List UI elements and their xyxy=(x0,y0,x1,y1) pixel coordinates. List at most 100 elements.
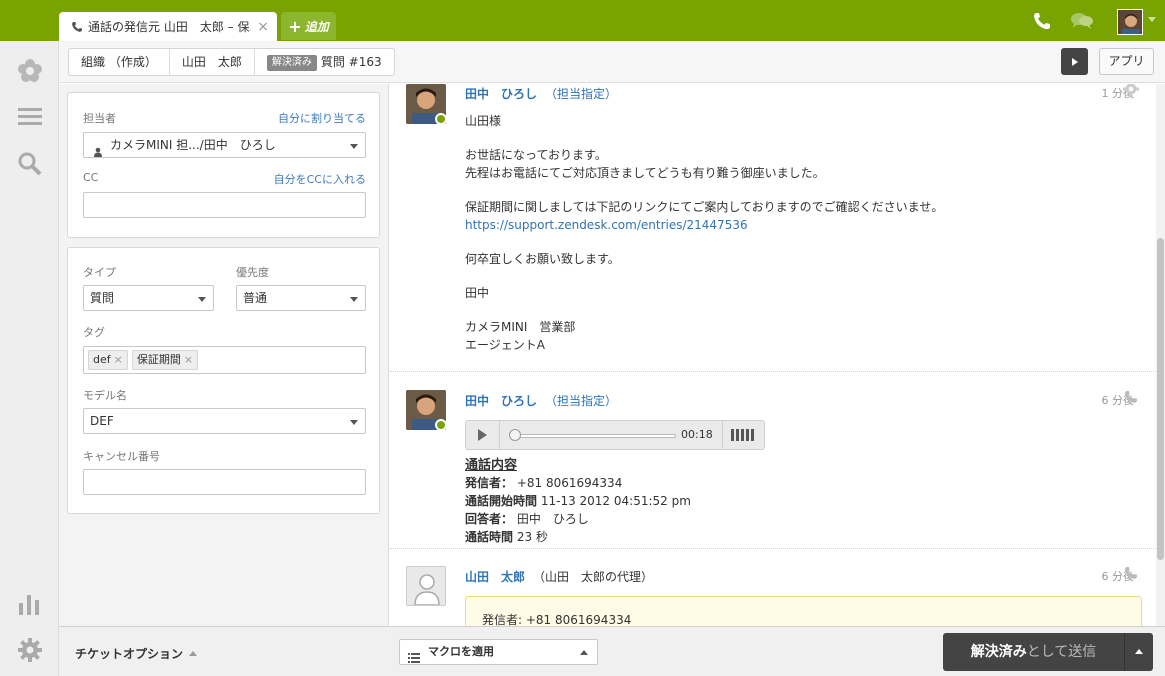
model-value: DEF xyxy=(90,414,114,428)
crumb-organization[interactable]: 組織 （作成） xyxy=(69,49,170,75)
chevron-up-icon xyxy=(580,650,588,655)
call-field-label: 通話開始時間 xyxy=(465,494,538,508)
add-tab-button[interactable]: + 追加 xyxy=(281,12,336,40)
submit-solved-button[interactable]: 解決済みとして送信 xyxy=(943,633,1124,671)
phone-icon[interactable] xyxy=(1032,11,1052,31)
play-icon xyxy=(478,429,487,441)
gear-icon[interactable] xyxy=(1122,84,1140,98)
cc-input[interactable] xyxy=(83,192,366,218)
assignee-value: カメラMINI 担.../田中 ひろし xyxy=(110,138,276,152)
tag-label: def xyxy=(93,353,111,366)
cancel-number-label: キャンセル番号 xyxy=(83,450,160,463)
comment-line: お世話になっております。 xyxy=(465,148,607,162)
apps-button[interactable]: アプリ xyxy=(1099,48,1154,75)
tags-label: タグ xyxy=(83,326,105,339)
comment-line: 先程はお電話にてご対応頂きましてどうも有り難う御座いました。 xyxy=(465,166,825,180)
audio-play-button[interactable] xyxy=(466,421,500,449)
assignee-select[interactable]: カメラMINI 担.../田中 ひろし xyxy=(83,132,366,158)
chevron-down-icon xyxy=(350,420,358,425)
add-tab-label: 追加 xyxy=(304,19,329,34)
agent-badge-icon xyxy=(435,113,447,125)
user-avatar[interactable] xyxy=(1117,9,1143,35)
play-icon xyxy=(1071,57,1078,66)
cc-me-link[interactable]: 自分をCCに入れる xyxy=(274,171,366,187)
tags-input[interactable]: def × 保証期間 × xyxy=(83,346,366,374)
phone-icon xyxy=(1124,390,1138,404)
footer-bar: チケットオプション マクロを適用 解決済みとして送信 xyxy=(59,626,1165,676)
comment-line: 何卒宜しくお願い致します。 xyxy=(465,252,620,266)
fields-card: タイプ 優先度 質問 普通 タグ def × 保証期間 × モデル名 DEF キャンセ… xyxy=(67,247,380,514)
tag-chip[interactable]: 保証期間 × xyxy=(131,350,199,370)
macro-label: マクロを適用 xyxy=(428,645,494,658)
cancel-number-input[interactable] xyxy=(83,469,366,495)
call-field: 通話時間 23 秒 xyxy=(465,528,548,546)
priority-select[interactable]: 普通 xyxy=(236,285,366,311)
comment-author[interactable]: 田中 ひろし （担当指定） xyxy=(465,392,617,409)
comment-line: エージェントA xyxy=(465,338,545,352)
type-select[interactable]: 質問 xyxy=(83,285,214,311)
call-field: 発信者： +81 8061694334 xyxy=(465,474,622,492)
tag-chip[interactable]: def × xyxy=(88,350,128,370)
ticket-header: 組織 （作成） 山田 太郎 解決済み 質問 #163 アプリ xyxy=(59,41,1165,83)
model-select[interactable]: DEF xyxy=(83,408,366,434)
volume-icon[interactable] xyxy=(722,421,764,449)
call-field-value: 田中 ひろし xyxy=(516,512,589,526)
assignee-label: 担当者 xyxy=(83,112,116,125)
next-ticket-button[interactable] xyxy=(1061,48,1088,75)
list-icon xyxy=(408,648,420,663)
chat-icon[interactable] xyxy=(1070,12,1094,30)
gear-icon[interactable] xyxy=(17,637,43,663)
comment-line: 山田様 xyxy=(465,114,502,128)
author-name: 山田 太郎 xyxy=(465,570,526,584)
ticket-tab[interactable]: 通話の発信元 山田 太郎 – 保... × xyxy=(59,12,277,41)
apply-macro-select[interactable]: マクロを適用 xyxy=(399,639,598,665)
ticket-options-label: チケットオプション xyxy=(75,647,184,661)
model-label: モデル名 xyxy=(83,389,127,402)
scrollbar-thumb[interactable] xyxy=(1157,238,1164,560)
crumb-requester[interactable]: 山田 太郎 xyxy=(170,49,255,75)
call-field-value: +81 8061694334 xyxy=(516,476,623,490)
chevron-down-icon[interactable] xyxy=(1148,17,1156,22)
comment-author[interactable]: 山田 太郎 （山田 太郎の代理） xyxy=(465,568,653,585)
author-role: （山田 太郎の代理） xyxy=(533,570,654,584)
audio-scrubber[interactable] xyxy=(509,429,521,441)
phone-icon xyxy=(1124,566,1138,580)
priority-label: 優先度 xyxy=(236,266,269,279)
phone-icon xyxy=(71,21,83,33)
scrollbar[interactable] xyxy=(1156,84,1165,626)
reports-icon[interactable] xyxy=(17,591,43,617)
assign-to-me-link[interactable]: 自分に割り当てる xyxy=(278,110,366,126)
crumb-ticket[interactable]: 解決済み 質問 #163 xyxy=(255,49,394,75)
tag-label: 保証期間 xyxy=(136,353,181,366)
cc-label: CC xyxy=(83,171,99,184)
type-value: 質問 xyxy=(90,291,115,305)
close-icon[interactable]: × xyxy=(114,353,123,366)
ticket-options-button[interactable]: チケットオプション xyxy=(75,645,198,662)
audio-player: 00:18 xyxy=(465,420,765,450)
author-name: 田中 ひろし xyxy=(465,394,538,408)
type-label: タイプ xyxy=(83,266,116,279)
support-link[interactable]: https://support.zendesk.com/entries/2144… xyxy=(465,216,748,234)
submit-options-button[interactable] xyxy=(1124,633,1153,671)
zendesk-logo-icon[interactable] xyxy=(17,58,43,84)
caller-number: 発信者: +81 8061694334 xyxy=(482,613,632,626)
comment-author[interactable]: 田中 ひろし （担当指定） xyxy=(465,85,617,102)
close-icon[interactable]: × xyxy=(184,353,193,366)
call-summary-title: 通話内容 xyxy=(465,458,518,473)
person-icon xyxy=(93,141,103,157)
call-field: 回答者： 田中 ひろし xyxy=(465,510,589,528)
tab-title: 通話の発信元 山田 太郎 – 保... xyxy=(88,20,252,34)
plus-icon: + xyxy=(288,16,302,36)
comment: 田中 ひろし （担当指定） 1 分後 山田様 お世話になっております。 先程はお電… xyxy=(390,84,1156,372)
comment-line: カメラMINI 営業部 xyxy=(465,320,576,334)
close-icon[interactable]: × xyxy=(257,19,269,35)
assignee-card: 担当者 自分に割り当てる カメラMINI 担.../田中 ひろし CC 自分をC… xyxy=(67,92,380,238)
call-field-label: 発信者： xyxy=(465,476,514,490)
submit-status-label: 解決済み xyxy=(970,644,1027,660)
search-icon[interactable] xyxy=(17,151,43,177)
comment-divider xyxy=(390,371,1156,372)
comment-line: 田中 xyxy=(465,286,490,300)
audio-progress-track[interactable] xyxy=(510,434,676,438)
call-field-value: 11-13 2012 04:51:52 pm xyxy=(540,494,691,508)
views-menu-icon[interactable] xyxy=(17,104,43,130)
